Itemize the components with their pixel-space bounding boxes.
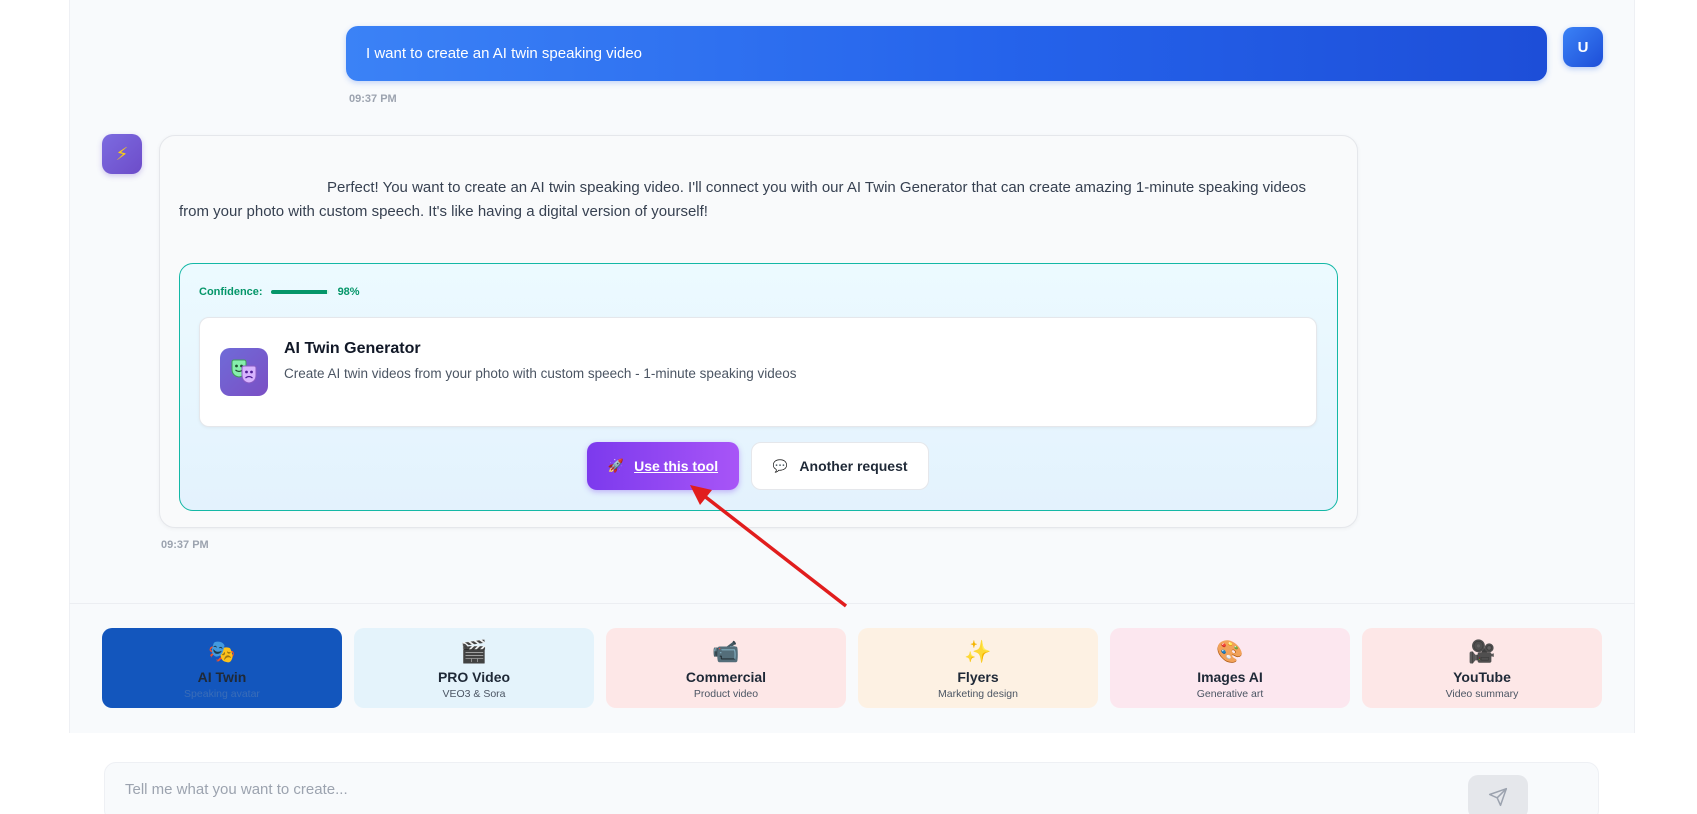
tool-chip-subtitle: Video summary: [1445, 688, 1519, 700]
user-message-time: 09:37 PM: [349, 93, 397, 105]
tool-chip-pro-video[interactable]: 🎬 PRO Video VEO3 & Sora: [354, 628, 594, 708]
bot-message-text: Perfect! You want to create an AI twin s…: [179, 179, 1306, 220]
user-avatar: U: [1563, 27, 1603, 67]
user-message-bubble: I want to create an AI twin speaking vid…: [346, 26, 1547, 81]
send-button[interactable]: [1468, 775, 1528, 814]
lightning-icon: ⚡: [102, 134, 142, 174]
use-tool-button[interactable]: 🚀 Use this tool: [587, 442, 739, 490]
message-input-container: [104, 762, 1599, 814]
movie-camera-icon: 🎥: [1468, 639, 1496, 664]
confidence-label: Confidence:: [199, 286, 263, 298]
tool-chip-title: YouTube: [1453, 669, 1511, 685]
tool-chip-title: Images AI: [1197, 669, 1263, 685]
tool-chip-subtitle: VEO3 & Sora: [442, 688, 506, 700]
speech-bubble-icon: 💬: [772, 459, 788, 473]
another-request-label: Another request: [799, 458, 908, 474]
theater-masks-icon: [220, 348, 268, 396]
tool-chip-title: AI Twin: [197, 669, 247, 685]
tool-chip-subtitle: Speaking avatar: [184, 688, 260, 700]
tool-chip-ai-twin[interactable]: 🎭 AI Twin Speaking avatar: [102, 628, 342, 708]
sparkles-icon: ✨: [964, 639, 992, 664]
message-input[interactable]: [125, 763, 1525, 814]
tool-chip-title: PRO Video: [437, 669, 511, 685]
confidence-bar-fill: [270, 290, 328, 294]
divider: [69, 603, 1635, 604]
tool-chip-commercial[interactable]: 📹 Commercial Product video: [606, 628, 846, 708]
bot-message-time: 09:37 PM: [161, 539, 209, 551]
user-message-text: I want to create an AI twin speaking vid…: [366, 45, 642, 62]
rocket-icon: 🚀: [607, 458, 625, 473]
tool-chip-title: Flyers: [957, 669, 999, 685]
confidence-value: 98%: [337, 286, 360, 298]
tool-chip-youtube[interactable]: 🎥 YouTube Video summary: [1362, 628, 1602, 708]
theater-masks-icon: 🎭: [208, 639, 236, 664]
clapperboard-icon: 🎬: [460, 639, 488, 664]
tool-name: AI Twin Generator: [284, 340, 421, 357]
use-tool-label: Use this tool: [634, 458, 719, 474]
confidence-bar: [270, 290, 329, 294]
tool-chip-flyers[interactable]: ✨ Flyers Marketing design: [858, 628, 1098, 708]
tool-description: Create AI twin videos from your photo wi…: [284, 366, 797, 381]
tool-chip-subtitle: Generative art: [1196, 688, 1264, 700]
palette-icon: 🎨: [1216, 639, 1244, 664]
tool-chip-images-ai[interactable]: 🎨 Images AI Generative art: [1110, 628, 1350, 708]
send-icon: [1488, 787, 1508, 807]
confidence-meter: Confidence: 98%: [199, 286, 360, 298]
tool-chip-subtitle: Marketing design: [938, 688, 1018, 700]
bot-message-bubble: Perfect! You want to create an AI twin s…: [159, 135, 1358, 528]
video-camera-icon: 📹: [712, 639, 740, 664]
tool-chip-title: Commercial: [685, 669, 767, 685]
tool-card[interactable]: AI Twin Generator Create AI twin videos …: [199, 317, 1317, 427]
tool-chip-subtitle: Product video: [693, 688, 759, 700]
tool-recommendation: Confidence: 98% AI Twin Generator Create…: [179, 263, 1338, 511]
another-request-button[interactable]: 💬 Another request: [751, 442, 929, 490]
composer: [69, 733, 1635, 814]
